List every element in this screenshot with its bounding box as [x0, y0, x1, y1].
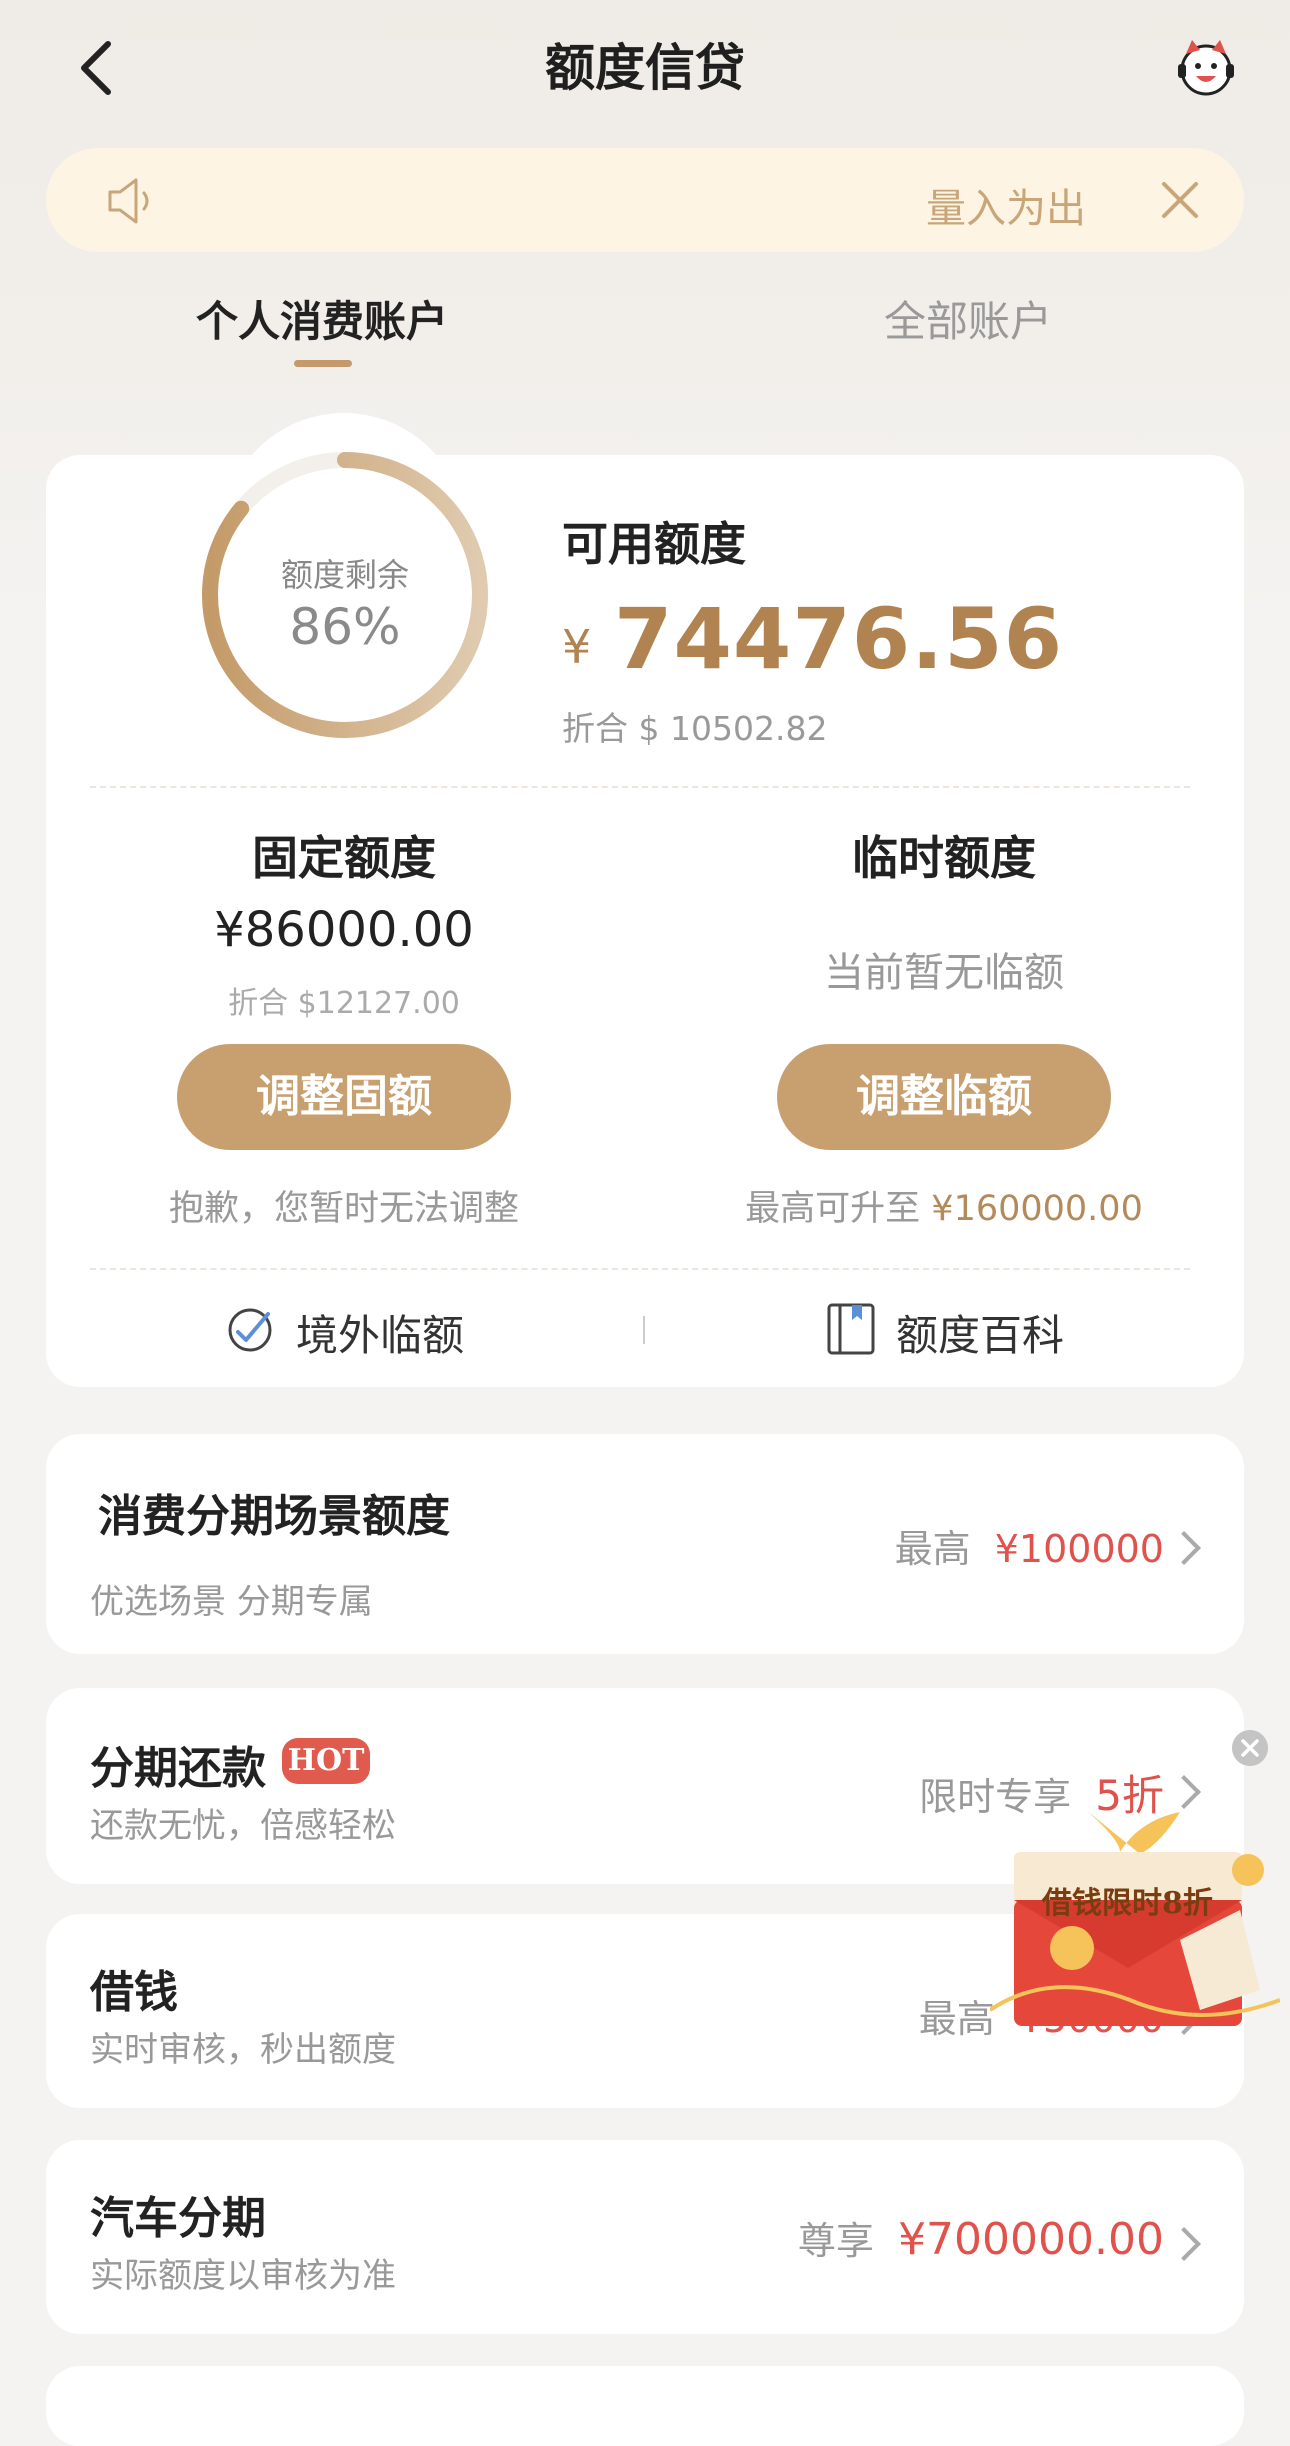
fixed-quota-usd: 折合 $12127.00: [228, 986, 460, 1021]
temporary-quota-title: 临时额度: [852, 831, 1036, 885]
car-installment-value: 尊享 ¥700000.00: [797, 2214, 1164, 2265]
available-quota-usd: 折合 $ 10502.82: [562, 709, 828, 748]
tab-personal-consumer-account[interactable]: 个人消费账户: [196, 288, 448, 349]
installment-repayment-subtitle: 还款无忧，倍感轻松: [90, 1806, 396, 1846]
overseas-link-label: 境外临额: [296, 1311, 465, 1360]
borrow-title: 借钱: [90, 1967, 178, 2018]
next-card: [46, 2366, 1244, 2446]
link-separator: [643, 1316, 645, 1344]
chevron-right-icon: [1167, 2227, 1201, 2261]
overseas-icon: [228, 1308, 272, 1352]
temporary-quota-note: 最高可升至 ¥160000.00: [745, 1189, 1143, 1229]
customer-service-mascot-icon[interactable]: [1172, 34, 1240, 102]
consumer-installment-card[interactable]: 消费分期场景额度 优选场景 分期专属 最高 ¥100000: [46, 1434, 1244, 1654]
book-icon: [827, 1303, 875, 1355]
ring-label: 额度剩余: [280, 556, 409, 594]
page-title: 额度信贷: [545, 39, 745, 97]
consumer-installment-subtitle: 优选场景 分期专属: [90, 1582, 373, 1622]
tab-all-accounts[interactable]: 全部账户: [884, 288, 1052, 349]
hot-badge: HOT: [282, 1738, 370, 1784]
car-installment-card[interactable]: 汽车分期 实际额度以审核为准 尊享 ¥700000.00: [46, 2140, 1244, 2334]
car-installment-subtitle: 实际额度以审核为准: [90, 2256, 396, 2296]
available-quota-label: 可用额度: [562, 517, 746, 571]
installment-repayment-title: 分期还款: [90, 1743, 266, 1794]
overseas-temporary-quota-link[interactable]: 境外临额: [224, 1298, 484, 1360]
notice-text: 量入为出: [926, 186, 1086, 232]
wiki-link-label: 额度百科: [896, 1311, 1065, 1360]
speaker-icon: [108, 178, 149, 224]
divider: [90, 1268, 1190, 1270]
active-tab-indicator: [294, 360, 352, 367]
consumer-installment-value: 最高 ¥100000: [894, 1527, 1164, 1571]
currency-symbol: ¥: [562, 620, 592, 674]
car-installment-title: 汽车分期: [90, 2193, 266, 2244]
temporary-max-amount: ¥160000.00: [931, 1189, 1143, 1229]
chevron-right-icon: [1167, 1531, 1201, 1565]
notice-bar: 量入为出: [46, 148, 1244, 252]
fixed-quota-note: 抱歉，您暂时无法调整: [168, 1189, 519, 1229]
temporary-quota-status: 当前暂无临额: [824, 950, 1064, 996]
borrow-subtitle: 实时审核，秒出额度: [90, 2030, 396, 2070]
adjust-fixed-quota-button[interactable]: 调整固额: [177, 1044, 511, 1150]
ring-percent: 86%: [289, 598, 401, 656]
close-icon[interactable]: [1156, 176, 1204, 224]
consumer-installment-title: 消费分期场景额度: [98, 1491, 450, 1542]
quota-wiki-link[interactable]: 额度百科: [826, 1298, 1086, 1360]
fixed-quota-title: 固定额度: [252, 831, 436, 885]
close-promo-icon[interactable]: [1232, 1730, 1268, 1766]
promo-text: 借钱限时8折: [1042, 1886, 1213, 1921]
fixed-quota-amount: ¥86000.00: [214, 902, 474, 958]
adjust-temporary-quota-button[interactable]: 调整临额: [777, 1044, 1111, 1150]
divider: [90, 786, 1190, 788]
available-quota-amount: 74476.56: [614, 590, 1064, 688]
